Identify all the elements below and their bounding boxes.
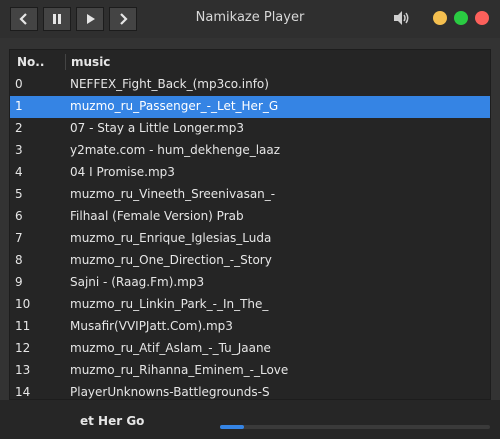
row-music-title: muzmo_ru_Atif_Aslam_-_Tu_Jaane [70,341,271,355]
playlist-row[interactable]: 10 muzmo_ru_Linkin_Park_-_In_The_ [10,294,490,316]
playlist-row[interactable]: 6 Filhaal (Female Version) Prab [10,206,490,228]
row-number: 2 [15,121,23,135]
now-playing-title: et Her Go [80,414,145,428]
row-music-title: Sajni - (Raag.Fm).mp3 [70,275,205,289]
maximize-button[interactable] [454,11,468,25]
row-number: 3 [15,143,23,157]
next-button[interactable] [109,7,137,31]
row-number: 4 [15,165,23,179]
play-icon [87,14,95,24]
chevron-right-icon [120,13,128,25]
row-music-title: 04 I Promise.mp3 [70,165,175,179]
playlist-row[interactable]: 14 PlayerUnknowns-Battlegrounds-S [10,382,490,399]
row-music-title: muzmo_ru_One_Direction_-_Story [70,253,272,267]
row-music-title: muzmo_ru_Vineeth_Sreenivasan_- [70,187,276,201]
playlist-row[interactable]: 7 muzmo_ru_Enrique_Iglesias_Luda [10,228,490,250]
play-button[interactable] [76,7,104,31]
playlist-header: No.. music [10,50,490,74]
row-music-title: 07 - Stay a Little Longer.mp3 [70,121,244,135]
now-playing-bar: et Her Go [0,400,500,439]
progress-bar[interactable] [220,425,490,429]
row-music-title: y2mate.com - hum_dekhenge_laaz [70,143,281,157]
row-number: 12 [15,341,31,355]
row-music-title: NEFFEX_Fight_Back_(mp3co.info) [70,77,269,91]
playlist[interactable]: No.. music 0 NEFFEX_Fight_Back_(mp3co.inf… [9,49,491,400]
row-number: 14 [15,385,31,399]
playlist-row-selected[interactable]: 1 muzmo_ru_Passenger_-_Let_Her_G [10,96,490,118]
row-music-title: PlayerUnknowns-Battlegrounds-S [70,385,270,399]
player-window: Namikaze Player No.. music 0 NEFFEX_Fight… [0,0,500,439]
chevron-left-icon [19,13,27,25]
playlist-row[interactable]: 5 muzmo_ru_Vineeth_Sreenivasan_- [10,184,490,206]
window-title: Namikaze Player [195,10,305,25]
close-button[interactable] [475,11,489,25]
pause-button[interactable] [43,7,71,31]
row-number: 0 [15,77,23,91]
playlist-row[interactable]: 9 Sajni - (Raag.Fm).mp3 [10,272,490,294]
playlist-row[interactable]: 8 muzmo_ru_One_Direction_-_Story [10,250,490,272]
playlist-row[interactable]: 11 Musafir(VVIPJatt.Com).mp3 [10,316,490,338]
minimize-button[interactable] [433,11,447,25]
playlist-row[interactable]: 12 muzmo_ru_Atif_Aslam_-_Tu_Jaane [10,338,490,360]
row-music-title: muzmo_ru_Rihanna_Eminem_-_Love [70,363,289,377]
row-number: 10 [15,297,31,311]
row-number: 13 [15,363,31,377]
row-music-title: Filhaal (Female Version) Prab [70,209,244,223]
row-number: 7 [15,231,23,245]
playlist-row[interactable]: 3 y2mate.com - hum_dekhenge_laaz [10,140,490,162]
row-music-title: muzmo_ru_Passenger_-_Let_Her_G [70,99,279,113]
playlist-row[interactable]: 4 04 I Promise.mp3 [10,162,490,184]
row-number: 9 [15,275,23,289]
volume-button[interactable] [393,10,411,30]
playlist-row[interactable]: 13 muzmo_ru_Rihanna_Eminem_-_Love [10,360,490,382]
speaker-icon [394,11,409,25]
row-number: 11 [15,319,31,333]
row-number: 5 [15,187,23,201]
previous-button[interactable] [10,7,38,31]
progress-fill [220,425,245,429]
row-number: 1 [15,99,23,113]
column-separator [65,54,66,70]
row-number: 6 [15,209,23,223]
column-header-number[interactable]: No.. [17,55,44,69]
row-music-title: muzmo_ru_Linkin_Park_-_In_The_ [70,297,269,311]
row-music-title: Musafir(VVIPJatt.Com).mp3 [70,319,233,333]
column-header-music[interactable]: music [71,55,110,69]
playlist-row[interactable]: 2 07 - Stay a Little Longer.mp3 [10,118,490,140]
header-bar: Namikaze Player [0,0,500,38]
row-music-title: muzmo_ru_Enrique_Iglesias_Luda [70,231,272,245]
playlist-row[interactable]: 0 NEFFEX_Fight_Back_(mp3co.info) [10,74,490,96]
pause-icon [53,14,61,24]
row-number: 8 [15,253,23,267]
